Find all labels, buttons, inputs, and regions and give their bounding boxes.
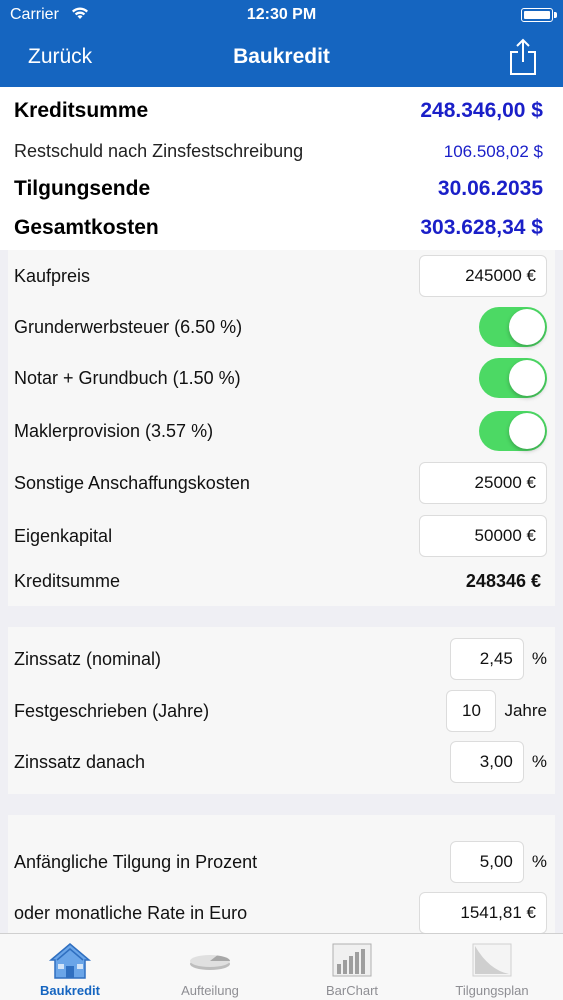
rate-input[interactable]: 1541,81 € bbox=[419, 892, 547, 933]
zinssatz-input[interactable]: 2,45 bbox=[449, 638, 524, 680]
tilgung-input[interactable]: 5,00 bbox=[449, 841, 524, 883]
festgeschrieben-row: Festgeschrieben (Jahre) 10 Jahre bbox=[14, 689, 547, 733]
summary-label: Tilgungsende bbox=[14, 177, 151, 200]
eigenkapital-row: Eigenkapital 50000 € bbox=[14, 514, 547, 558]
summary-kreditsumme: Kreditsumme 248.346,00 $ bbox=[14, 99, 543, 123]
summary-value: 30.06.2035 bbox=[437, 177, 543, 200]
grunderwerbsteuer-row: Grunderwerbsteuer (6.50 %) bbox=[14, 305, 547, 349]
tab-label: Aufteilung bbox=[181, 983, 239, 998]
repayment-group: Anfängliche Tilgung in Prozent 5,00 % od… bbox=[8, 815, 555, 933]
tilgung-row: Anfängliche Tilgung in Prozent 5,00 % bbox=[14, 840, 547, 884]
summary-restschuld: Restschuld nach Zinsfestschreibung 106.5… bbox=[14, 141, 543, 162]
summary-gesamtkosten: Gesamtkosten 303.628,34 $ bbox=[14, 216, 543, 240]
summary-tilgungsende: Tilgungsende 30.06.2035 bbox=[14, 177, 543, 201]
sonstige-input[interactable]: 25000 € bbox=[419, 462, 547, 504]
curve-chart-icon bbox=[472, 943, 512, 977]
zinssatz-label: Zinssatz (nominal) bbox=[14, 648, 162, 669]
status-bar: Carrier 12:30 PM bbox=[0, 0, 563, 30]
summary-section: Kreditsumme 248.346,00 $ Restschuld nach… bbox=[0, 87, 563, 250]
toggle-knob bbox=[509, 413, 545, 449]
kaufpreis-input[interactable]: 245000 € bbox=[419, 255, 547, 297]
makler-label: Maklerprovision (3.57 %) bbox=[14, 420, 214, 441]
notar-toggle[interactable] bbox=[479, 358, 547, 398]
sonstige-label: Sonstige Anschaffungskosten bbox=[14, 472, 250, 493]
form-scroll-area[interactable]: Kaufpreis 245000 € Grunderwerbsteuer (6.… bbox=[0, 250, 563, 933]
grunderwerbsteuer-toggle[interactable] bbox=[479, 307, 547, 347]
zinssatz-row: Zinssatz (nominal) 2,45 % bbox=[14, 637, 547, 681]
back-button[interactable]: Zurück bbox=[28, 45, 92, 69]
notar-label: Notar + Grundbuch (1.50 %) bbox=[14, 367, 241, 388]
summary-value: 248.346,00 $ bbox=[420, 99, 543, 122]
summary-label: Kreditsumme bbox=[14, 99, 149, 122]
sonstige-row: Sonstige Anschaffungskosten 25000 € bbox=[14, 461, 547, 505]
summary-value: 303.628,34 $ bbox=[420, 216, 543, 239]
tilgung-label: Anfängliche Tilgung in Prozent bbox=[14, 851, 258, 872]
tab-bar: Baukredit Aufteilung BarChart Tilgungspl… bbox=[0, 933, 563, 1000]
rate-row: oder monatliche Rate in Euro 1541,81 € bbox=[14, 891, 547, 933]
festgeschrieben-label: Festgeschrieben (Jahre) bbox=[14, 700, 210, 721]
grunderwerbsteuer-label: Grunderwerbsteuer (6.50 %) bbox=[14, 316, 243, 337]
jahre-unit: Jahre bbox=[504, 701, 547, 720]
percent-unit: % bbox=[531, 752, 547, 771]
eigenkapital-label: Eigenkapital bbox=[14, 525, 113, 546]
tab-label: BarChart bbox=[325, 983, 379, 998]
kaufpreis-row: Kaufpreis 245000 € bbox=[14, 254, 547, 298]
toggle-knob bbox=[509, 309, 545, 345]
tab-aufteilung[interactable]: Aufteilung bbox=[140, 934, 280, 1000]
makler-row: Maklerprovision (3.57 %) bbox=[14, 409, 547, 453]
summary-label: Restschuld nach Zinsfestschreibung bbox=[14, 141, 304, 161]
zinssatz-danach-input[interactable]: 3,00 bbox=[449, 741, 524, 783]
navigation-bar: Zurück Baukredit bbox=[0, 30, 563, 87]
interest-group: Zinssatz (nominal) 2,45 % Festgeschriebe… bbox=[8, 627, 555, 794]
percent-unit: % bbox=[531, 852, 547, 871]
tab-barchart[interactable]: BarChart bbox=[282, 934, 422, 1000]
pie-icon bbox=[190, 955, 230, 970]
purchase-group: Kaufpreis 245000 € Grunderwerbsteuer (6.… bbox=[8, 250, 555, 606]
tab-baukredit[interactable]: Baukredit bbox=[0, 934, 140, 1000]
notar-row: Notar + Grundbuch (1.50 %) bbox=[14, 356, 547, 400]
kreditsumme-label: Kreditsumme bbox=[14, 570, 121, 591]
kaufpreis-label: Kaufpreis bbox=[14, 265, 91, 286]
eigenkapital-input[interactable]: 50000 € bbox=[419, 515, 547, 557]
kreditsumme-value: 248346 € bbox=[465, 570, 541, 591]
kreditsumme-row: Kreditsumme 248346 € bbox=[14, 559, 547, 603]
tab-label: Baukredit bbox=[40, 983, 100, 998]
toggle-knob bbox=[509, 360, 545, 396]
zinssatz-danach-label: Zinssatz danach bbox=[14, 751, 146, 772]
festgeschrieben-input[interactable]: 10 bbox=[446, 690, 497, 732]
summary-value: 106.508,02 $ bbox=[443, 141, 543, 161]
share-icon[interactable] bbox=[509, 38, 537, 76]
clock: 12:30 PM bbox=[246, 6, 317, 23]
house-icon bbox=[48, 943, 92, 979]
tab-label: Tilgungsplan bbox=[455, 983, 529, 998]
summary-label: Gesamtkosten bbox=[14, 216, 159, 239]
bar-chart-icon bbox=[332, 943, 372, 977]
tab-tilgungsplan[interactable]: Tilgungsplan bbox=[422, 934, 562, 1000]
percent-unit: % bbox=[531, 649, 547, 668]
makler-toggle[interactable] bbox=[479, 411, 547, 451]
battery-icon bbox=[521, 8, 557, 22]
zinssatz-danach-row: Zinssatz danach 3,00 % bbox=[14, 740, 547, 784]
rate-label: oder monatliche Rate in Euro bbox=[14, 902, 248, 923]
